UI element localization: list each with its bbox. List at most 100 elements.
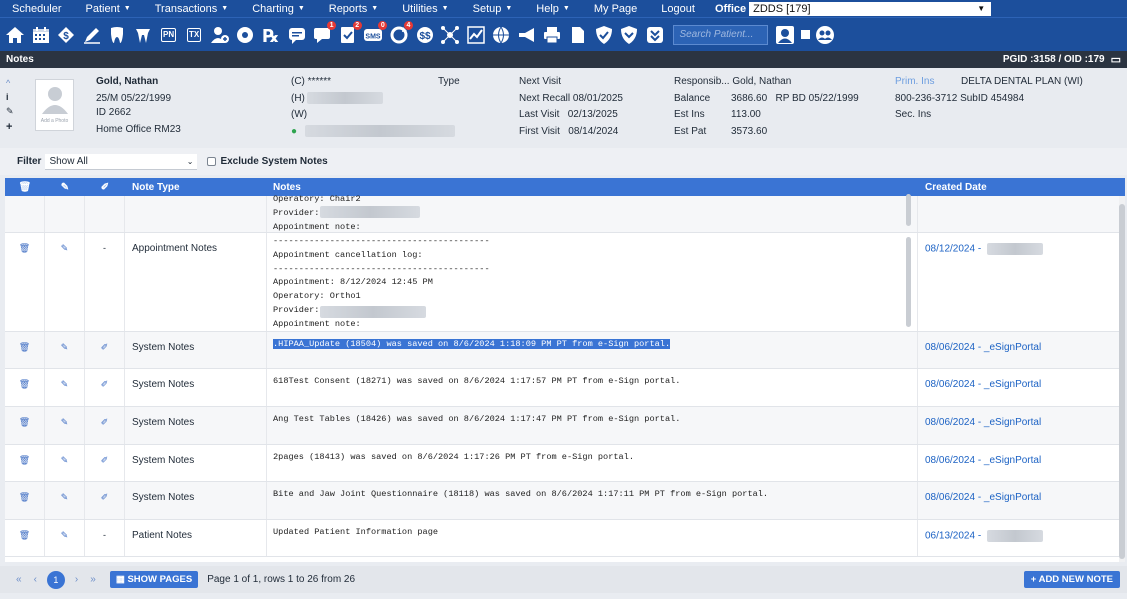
menu-help[interactable]: Help ▼ [524,3,582,15]
delete-note-icon[interactable]: 🗑 [5,482,45,519]
note-scrollbar[interactable] [906,237,911,327]
table-row[interactable]: 🗑 ✎ ✐ System Notes Ang Test Tables (18426) w… [5,407,1125,445]
created-date[interactable]: 08/06/2024 - _eSignPortal [918,407,1125,444]
document-icon[interactable] [567,24,589,46]
globe-icon[interactable] [490,24,512,46]
shield-check-icon[interactable] [593,24,615,46]
exclude-system-notes-checkbox[interactable] [207,157,217,166]
search-patient-input[interactable]: Search Patient... [673,24,769,45]
created-date[interactable]: 08/06/2024 - _eSignPortal [918,369,1125,406]
menu-charting[interactable]: Charting ▼ [240,3,317,15]
delete-note-icon[interactable]: 🗑 [5,445,45,481]
attachment-icon[interactable]: ✐ [85,332,125,368]
edit-note-icon[interactable]: ✎ [45,369,85,406]
sms-icon[interactable]: SMS 0 [362,20,388,46]
attachment-icon[interactable]: ✐ [85,445,125,481]
edit-note-icon[interactable]: ✎ [45,233,85,331]
filter-select[interactable]: Show All ⌄ [45,153,198,170]
billing-icon[interactable]: $ [55,24,77,46]
pen-chart-icon[interactable] [81,24,103,46]
table-row[interactable]: 🗑 ✎ ✐ System Notes 2pages (18413) was saved … [5,445,1125,482]
menu-patient[interactable]: Patient ▼ [74,3,143,15]
group-search-icon[interactable] [814,24,836,46]
collapse-icon[interactable] [644,24,666,46]
created-date-link[interactable]: 08/06/2024 - _eSignPortal [925,455,1041,466]
collapse-up-icon[interactable]: ^ [6,78,14,88]
menu-transactions[interactable]: Transactions ▼ [143,3,241,15]
delete-note-icon[interactable]: 🗑 [5,369,45,406]
prev-page-button[interactable]: ‹ [34,574,37,585]
print-icon[interactable]: ▭ [1111,53,1121,66]
page-number-button[interactable]: 1 [46,570,65,589]
edit-note-icon[interactable]: ✎ [45,407,85,444]
refresh-icon[interactable]: 4 [388,20,413,46]
tooth-chart-icon[interactable] [106,24,128,46]
created-date-link[interactable]: 08/06/2024 - _eSignPortal [925,379,1041,390]
line-chart-icon[interactable] [465,24,487,46]
delete-note-icon[interactable]: 🗑 [5,233,45,331]
table-row[interactable]: 🗑 ✎ ✐ System Notes 618Test Consent (18271) w… [5,369,1125,407]
table-row[interactable]: 🗑 ✎ ✐ System Notes Bite and Jaw Joint Questi… [5,482,1125,520]
avatar[interactable]: Add a Photo [35,79,74,131]
add-new-note-button[interactable]: + ADD NEW NOTE [1023,571,1120,588]
add-family-icon[interactable] [209,24,231,46]
header-created-date[interactable]: Created Date [918,182,1125,193]
scrollbar-thumb[interactable] [1119,204,1125,559]
table-row[interactable]: 🗑 ✎ - Patient Notes Updated Patient Informat… [5,520,1125,557]
edit-note-icon[interactable]: ✎ [45,332,85,368]
shield-arrow-icon[interactable] [618,24,640,46]
table-row[interactable]: 🗑 ✎ ✐ System Notes .HIPAA_Update (18504) was… [5,332,1125,369]
delete-note-icon[interactable]: 🗑 [5,407,45,444]
attachment-icon[interactable]: ✎ [6,106,14,117]
attachment-icon[interactable]: ✐ [85,482,125,519]
created-date-link[interactable]: 08/06/2024 - _eSignPortal [925,417,1041,428]
created-date-link[interactable]: 08/06/2024 - _eSignPortal [925,342,1041,353]
printer-icon[interactable] [541,24,563,46]
created-date[interactable]: 08/12/2024 - [918,233,1125,331]
megaphone-icon[interactable] [516,24,538,46]
payments-icon[interactable]: $$ [414,24,436,46]
edit-note-icon[interactable]: ✎ [45,445,85,481]
messages-icon[interactable] [286,24,308,46]
audit-icon[interactable]: 2 [337,20,362,46]
created-date[interactable]: 08/06/2024 - _eSignPortal [918,482,1125,519]
menu-setup[interactable]: Setup ▼ [461,3,525,15]
treatment-plan-icon[interactable]: TX [183,24,205,46]
created-date-link[interactable]: 06/13/2024 - [925,531,984,542]
first-page-button[interactable]: « [16,574,22,585]
network-icon[interactable] [439,24,461,46]
table-row[interactable]: 🗑 ✎ - Appointment Notes --------------------… [5,233,1125,332]
checkbox-icon[interactable] [800,24,810,46]
add-icon[interactable]: + [6,121,14,133]
attachment-icon[interactable]: ✐ [85,407,125,444]
patient-search-icon[interactable] [774,24,796,46]
delete-note-icon[interactable]: 🗑 [5,520,45,556]
note-scrollbar[interactable] [906,194,911,226]
menu-scheduler[interactable]: Scheduler [0,3,74,15]
created-date-link[interactable]: 08/06/2024 - _eSignPortal [925,492,1041,503]
created-date[interactable]: 08/06/2024 - _eSignPortal [918,445,1125,481]
show-pages-button[interactable]: ▦ SHOW PAGES [109,571,199,588]
attachment-icon[interactable]: ✐ [85,369,125,406]
tooth-perio-icon[interactable] [132,24,154,46]
grid-scrollbar[interactable] [1119,196,1125,562]
info-icon[interactable]: i [6,92,14,102]
imaging-icon[interactable] [234,24,256,46]
delete-note-icon[interactable]: 🗑 [5,332,45,368]
created-date-link[interactable]: 08/12/2024 - [925,244,984,255]
home-icon[interactable] [4,24,26,46]
created-date[interactable] [918,196,1125,232]
created-date[interactable]: 06/13/2024 - [918,520,1125,556]
menu-reports[interactable]: Reports ▼ [317,3,390,15]
office-select[interactable]: ZDDS [179] ▼ [749,1,992,16]
edit-note-icon[interactable]: ✎ [45,482,85,519]
edit-note-icon[interactable]: ✎ [45,520,85,556]
next-page-button[interactable]: › [75,574,78,585]
menu-my-page[interactable]: My Page [582,3,649,15]
header-notes[interactable]: Notes [267,182,918,193]
chat-icon[interactable]: 1 [311,20,337,46]
calendar-icon[interactable] [30,24,52,46]
prescription-icon[interactable]: ℞ [260,24,282,46]
menu-logout[interactable]: Logout [649,3,707,15]
created-date[interactable]: 08/06/2024 - _eSignPortal [918,332,1125,368]
